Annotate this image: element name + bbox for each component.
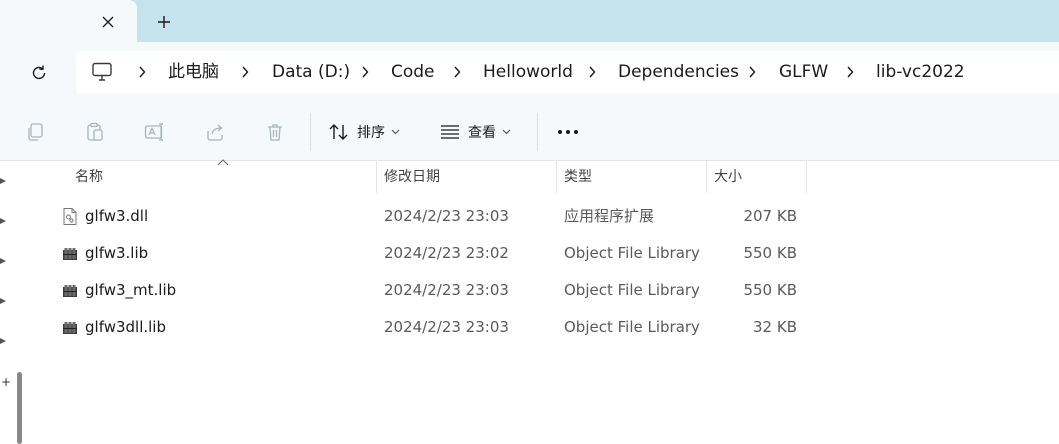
nav-pin-icon[interactable] (0, 176, 8, 186)
chevron-right-icon (589, 66, 596, 78)
file-name: glfw3dll.lib (85, 318, 166, 336)
file-name: glfw3.lib (85, 244, 149, 262)
chevron-down-icon (391, 129, 400, 135)
breadcrumb-separator[interactable] (358, 62, 372, 82)
more-icon (558, 130, 578, 134)
file-size: 550 KB (743, 244, 797, 262)
tab-strip (0, 0, 1059, 42)
chevron-right-icon (847, 66, 854, 78)
new-tab-button[interactable] (150, 8, 178, 36)
file-date: 2024/2/23 23:02 (384, 244, 509, 262)
share-button[interactable] (204, 121, 226, 143)
breadcrumb-separator[interactable] (585, 62, 599, 82)
refresh-button[interactable] (24, 58, 54, 88)
paste-icon (87, 122, 103, 141)
breadcrumb-separator[interactable] (843, 62, 857, 82)
file-type: 应用程序扩展 (564, 207, 655, 225)
paste-button[interactable] (84, 121, 106, 143)
view-button[interactable]: 查看 (440, 117, 511, 147)
address-bar[interactable]: 此电脑 Data (D:) Code Helloworld Dependenci… (76, 51, 1059, 94)
more-options-button[interactable] (556, 121, 580, 143)
column-divider[interactable] (806, 161, 807, 193)
breadcrumb-item-lib-vc2022[interactable]: lib-vc2022 (876, 62, 965, 82)
copy-icon (28, 123, 43, 141)
file-row[interactable]: glfw3_mt.lib 2024/2/23 23:03 Object File… (33, 272, 1059, 309)
nav-pin-icon[interactable] (0, 216, 8, 226)
share-icon (207, 124, 223, 141)
rename-icon (144, 123, 163, 141)
navigation-pane: + (0, 161, 33, 444)
dll-file-icon (63, 208, 77, 225)
breadcrumb-separator[interactable] (745, 62, 759, 82)
file-name: glfw3.dll (85, 207, 149, 225)
chevron-right-icon (139, 66, 146, 78)
breadcrumb-item-dependencies[interactable]: Dependencies (618, 62, 739, 82)
lib-file-icon (63, 285, 77, 297)
chevron-right-icon (362, 66, 369, 78)
file-row[interactable]: glfw3.dll 2024/2/23 23:03 应用程序扩展 207 KB (33, 198, 1059, 235)
nav-pin-icon[interactable] (0, 296, 8, 306)
delete-icon (268, 124, 282, 141)
view-list-icon (441, 125, 459, 139)
chevron-right-icon (242, 66, 249, 78)
lib-file-icon (63, 322, 77, 334)
sort-icon (329, 124, 348, 140)
breadcrumb-separator[interactable] (238, 62, 252, 82)
file-row[interactable]: glfw3dll.lib 2024/2/23 23:03 Object File… (33, 309, 1059, 346)
nav-pin-icon[interactable] (0, 256, 8, 266)
file-row[interactable]: glfw3.lib 2024/2/23 23:02 Object File Li… (33, 235, 1059, 272)
breadcrumb-item-data-drive[interactable]: Data (D:) (272, 62, 350, 82)
sort-ascending-icon (217, 159, 229, 166)
nav-scrollbar[interactable] (17, 372, 22, 444)
close-icon (102, 16, 114, 28)
chevron-down-icon (502, 129, 511, 135)
file-date: 2024/2/23 23:03 (384, 207, 509, 225)
column-header-type[interactable]: 类型 (556, 161, 592, 193)
this-pc-icon[interactable] (91, 62, 113, 82)
toolbar-divider (310, 113, 311, 151)
nav-expand-icon[interactable]: + (1, 375, 11, 389)
sort-label: 排序 (357, 125, 385, 141)
file-type: Object File Library (564, 281, 700, 299)
address-row: 此电脑 Data (D:) Code Helloworld Dependenci… (0, 42, 1059, 103)
refresh-icon (32, 65, 46, 80)
column-header-row: 名称 修改日期 类型 大小 (33, 159, 1059, 193)
file-type: Object File Library (564, 244, 700, 262)
copy-button[interactable] (24, 121, 46, 143)
breadcrumb-separator[interactable] (450, 62, 464, 82)
command-bar: 排序 查看 (0, 103, 1059, 161)
column-header-name[interactable]: 名称 (67, 161, 103, 193)
breadcrumb-item-helloworld[interactable]: Helloworld (483, 62, 573, 82)
rename-button[interactable] (144, 121, 166, 143)
sort-button[interactable]: 排序 (329, 117, 400, 147)
breadcrumb-item-glfw[interactable]: GLFW (779, 62, 828, 82)
file-date: 2024/2/23 23:03 (384, 281, 509, 299)
file-type: Object File Library (564, 318, 700, 336)
breadcrumb-item-code[interactable]: Code (391, 62, 435, 82)
toolbar-divider (537, 113, 538, 151)
lib-file-icon (63, 248, 77, 260)
close-tab-button[interactable] (94, 8, 122, 36)
file-size: 32 KB (753, 318, 797, 336)
chevron-right-icon (454, 66, 461, 78)
view-label: 查看 (468, 125, 496, 141)
column-header-size[interactable]: 大小 (706, 161, 742, 193)
nav-pin-icon[interactable] (0, 336, 8, 346)
breadcrumb-separator[interactable] (135, 62, 149, 82)
file-date: 2024/2/23 23:03 (384, 318, 509, 336)
column-header-date[interactable]: 修改日期 (376, 161, 440, 193)
plus-icon (158, 16, 170, 28)
file-name: glfw3_mt.lib (85, 281, 177, 299)
delete-button[interactable] (264, 121, 286, 143)
file-size: 550 KB (743, 281, 797, 299)
file-size: 207 KB (743, 207, 797, 225)
chevron-right-icon (749, 66, 756, 78)
breadcrumb-item-this-pc[interactable]: 此电脑 (168, 62, 219, 82)
active-tab[interactable] (0, 0, 137, 42)
